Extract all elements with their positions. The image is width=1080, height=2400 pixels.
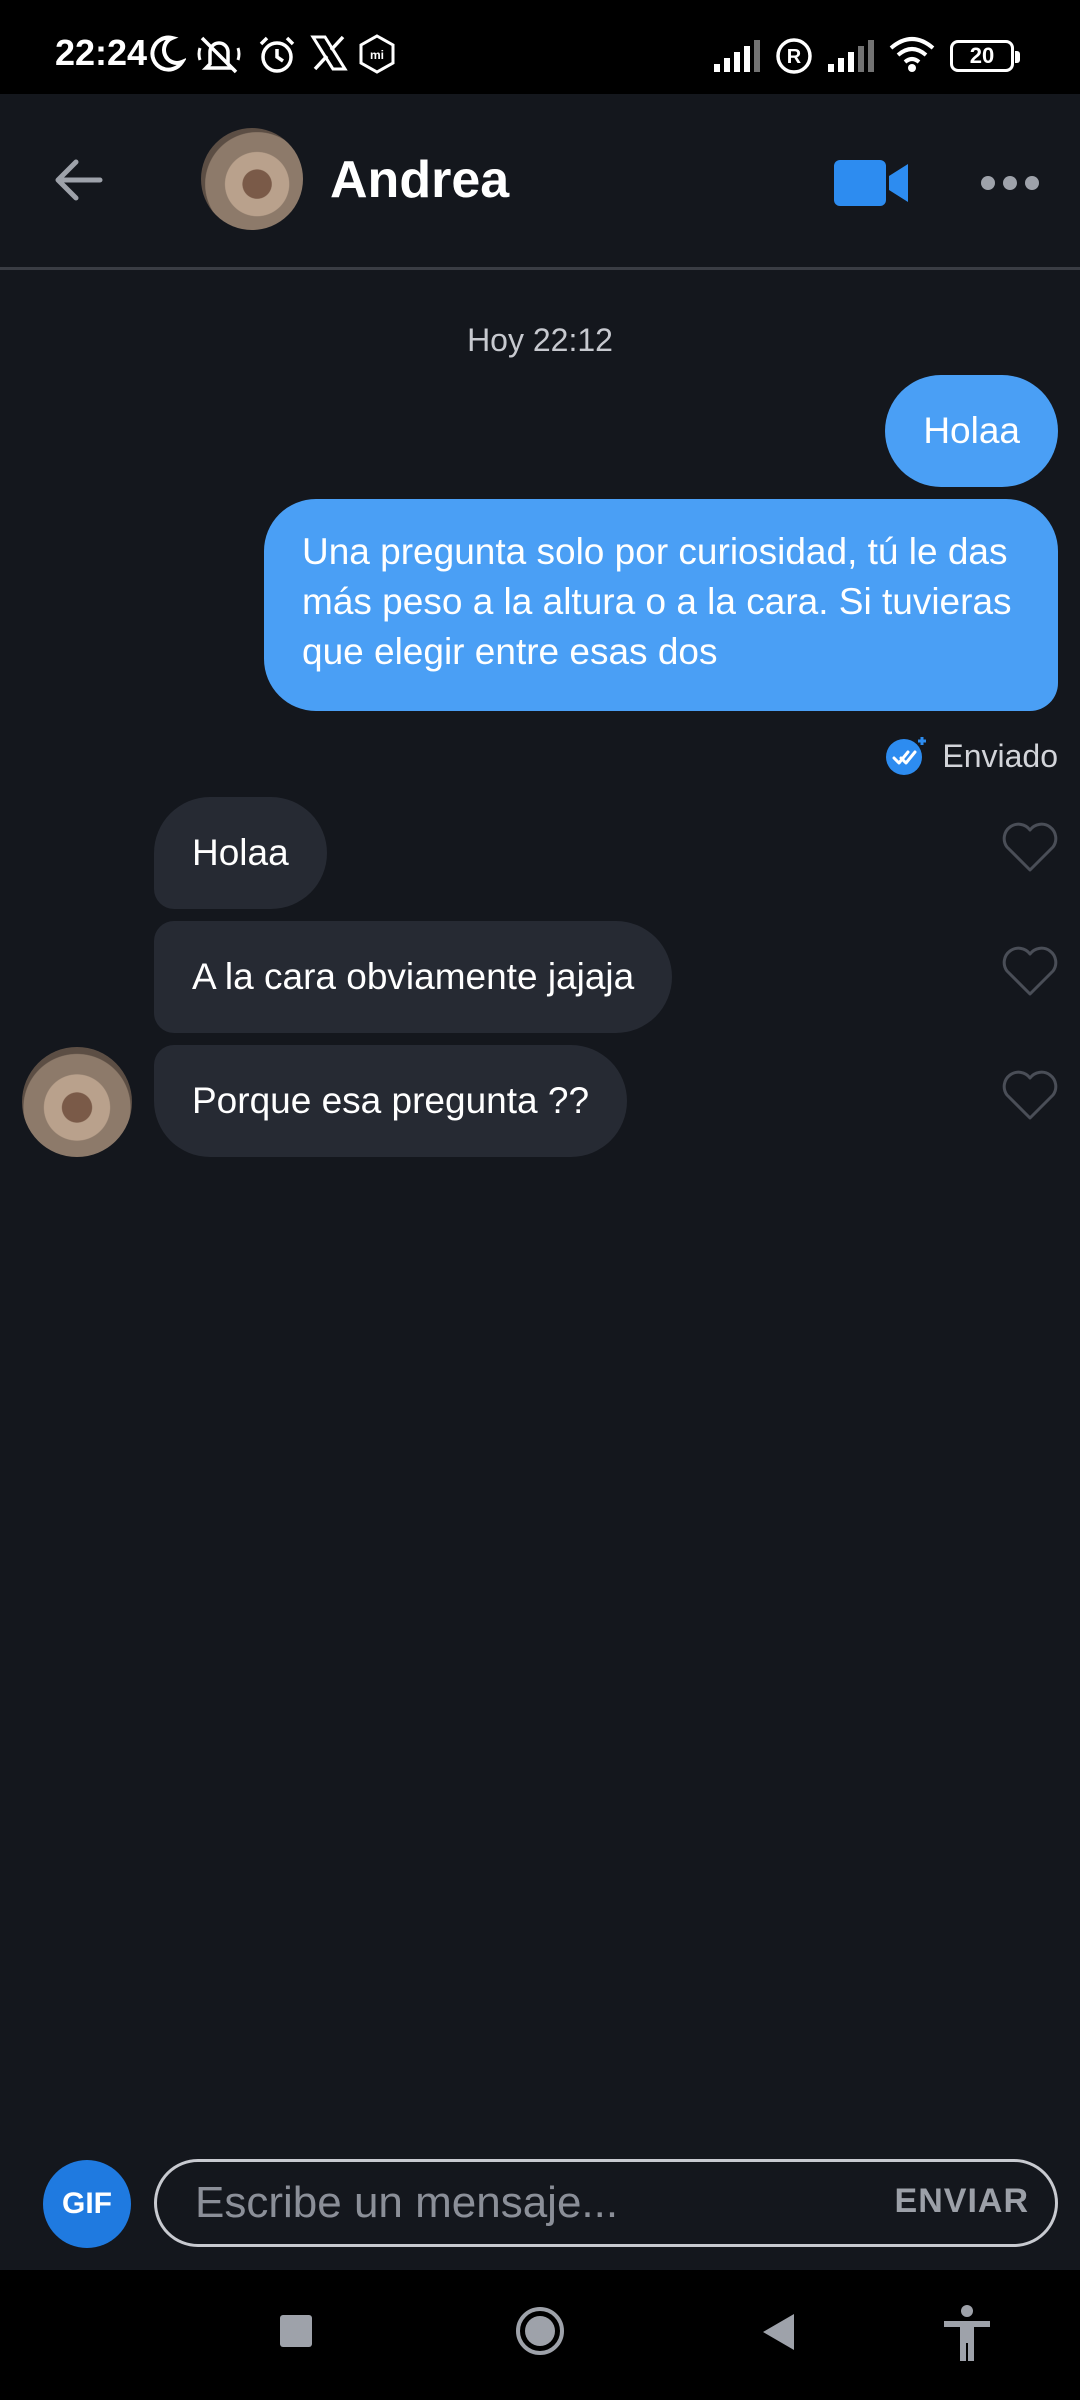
message-composer: ENVIAR <box>154 2159 1058 2247</box>
wifi-icon <box>889 37 935 72</box>
outgoing-message[interactable]: Holaa <box>885 375 1058 487</box>
sent-status-label: Enviado <box>942 737 1058 774</box>
signal-icon <box>714 40 760 72</box>
moon-icon <box>150 35 186 72</box>
message-input[interactable] <box>195 2170 815 2236</box>
incoming-message[interactable]: Holaa <box>154 797 327 909</box>
incoming-message[interactable]: Porque esa pregunta ?? <box>154 1045 628 1157</box>
battery-icon: 20 <box>950 40 1020 72</box>
svg-text:R: R <box>787 46 802 68</box>
chat-header: Andrea <box>0 94 1080 270</box>
square-icon[interactable] <box>278 2313 314 2349</box>
home-circle-icon[interactable] <box>514 2305 566 2357</box>
more-dots-icon[interactable] <box>980 170 1040 196</box>
svg-text:mi: mi <box>370 48 384 62</box>
chat-timestamp: Hoy 22:12 <box>467 322 613 358</box>
outgoing-message[interactable]: Una pregunta solo por curiosidad, tú le … <box>264 499 1058 711</box>
silent-icon <box>197 36 241 74</box>
sent-status: Enviado <box>884 734 1058 778</box>
signal-icon <box>828 40 874 72</box>
battery-level: 20 <box>969 43 995 68</box>
heart-icon[interactable] <box>1000 944 1060 998</box>
heart-icon[interactable] <box>1000 1068 1060 1122</box>
message-text: Holaa <box>192 832 289 873</box>
gif-button[interactable]: GIF <box>43 2160 131 2248</box>
contact-avatar[interactable] <box>201 128 303 230</box>
accessibility-icon[interactable] <box>940 2303 994 2363</box>
double-check-icon <box>886 737 927 775</box>
contact-name[interactable]: Andrea <box>330 150 509 210</box>
send-button[interactable]: ENVIAR <box>895 2182 1029 2221</box>
back-triangle-icon[interactable] <box>760 2312 798 2352</box>
mi-icon: mi <box>359 34 395 74</box>
alarm-icon <box>259 36 295 73</box>
message-text: Holaa <box>923 410 1020 451</box>
incoming-message[interactable]: A la cara obviamente jajaja <box>154 921 673 1033</box>
message-text: Porque esa pregunta ?? <box>192 1080 590 1121</box>
status-bar: 22:24 mi R 20 <box>0 0 1080 94</box>
video-camera-icon[interactable] <box>834 160 910 206</box>
system-nav-bar <box>0 2270 1080 2400</box>
registered-icon: R <box>776 38 812 74</box>
x-logo-icon <box>310 35 348 71</box>
message-text: A la cara obviamente jajaja <box>192 956 635 997</box>
heart-icon[interactable] <box>1000 820 1060 874</box>
arrow-left-icon[interactable] <box>48 150 108 210</box>
status-time: 22:24 <box>55 32 148 73</box>
message-text: Una pregunta solo por curiosidad, tú le … <box>302 531 1012 672</box>
sender-avatar[interactable] <box>22 1047 132 1157</box>
